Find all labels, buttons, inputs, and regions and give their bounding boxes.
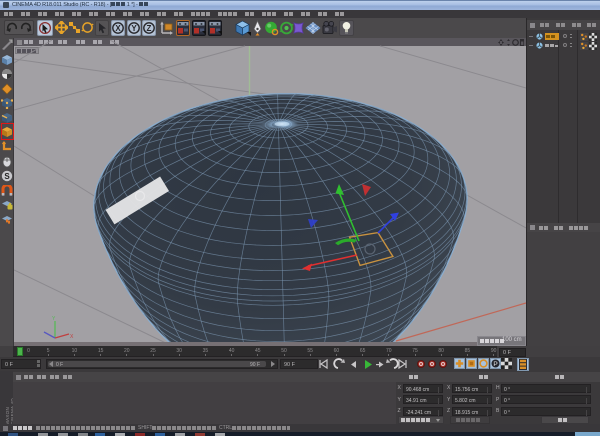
svg-text:P: P [493,361,497,368]
svg-text:Z: Z [147,24,152,33]
svg-text:X: X [70,334,74,340]
svg-text:S: S [4,172,10,181]
svg-text:X: X [115,24,121,33]
svg-text:Y: Y [131,24,137,33]
